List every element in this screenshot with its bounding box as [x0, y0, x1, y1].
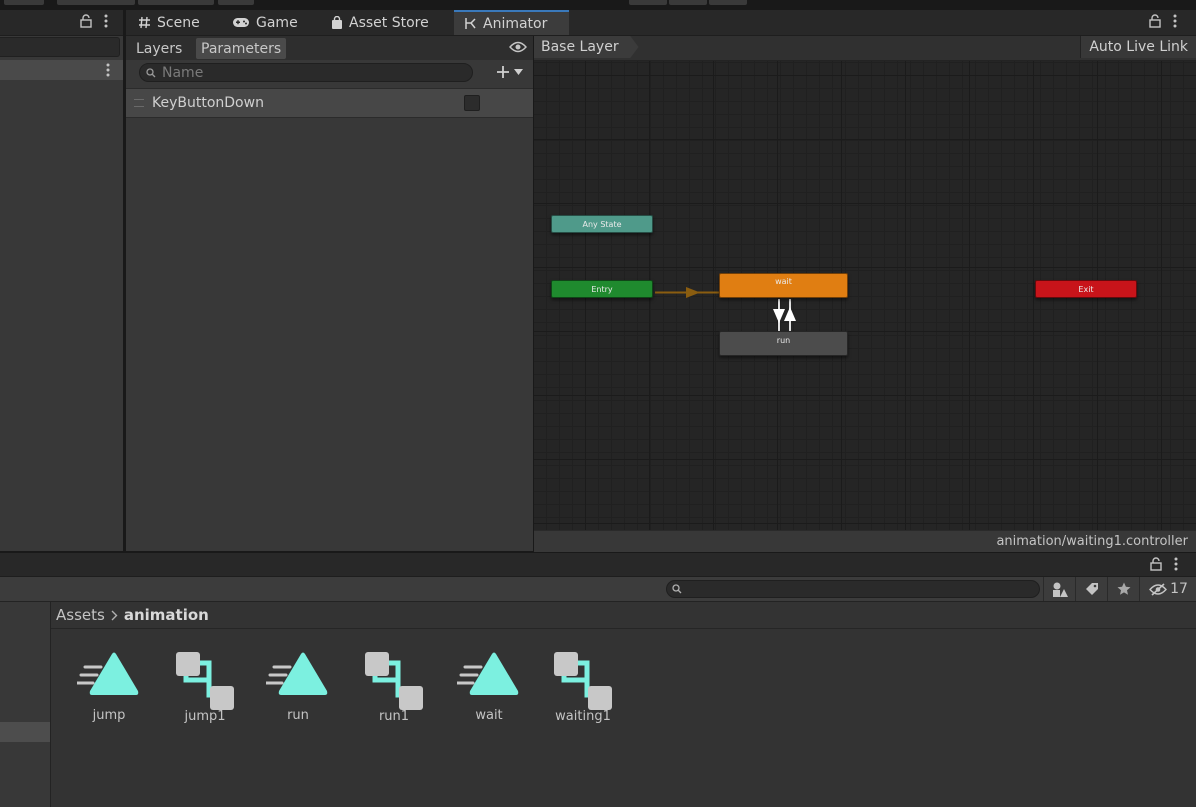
state-entry[interactable]: Entry: [551, 280, 653, 298]
breadcrumb-animation[interactable]: animation: [124, 606, 209, 624]
toolbar-stub[interactable]: [218, 0, 254, 5]
parameter-search-input[interactable]: Name: [139, 63, 473, 82]
lock-icon[interactable]: [1150, 557, 1162, 571]
search-by-label-button[interactable]: [1075, 577, 1108, 601]
toolbar-stub[interactable]: [57, 0, 135, 5]
controller-path-bar: animation/waiting1.controller: [534, 530, 1196, 552]
project-header: [0, 553, 1196, 577]
asset-item[interactable]: wait: [451, 650, 527, 723]
project-toolbar: 17: [0, 577, 1196, 602]
kebab-menu-icon[interactable]: [1174, 557, 1178, 571]
toolbar-stub[interactable]: [4, 0, 44, 5]
divider: [51, 628, 1196, 629]
animation-clip-icon: [260, 650, 336, 700]
asset-item[interactable]: waiting1: [545, 650, 621, 724]
shopping-bag-icon: [331, 15, 343, 30]
parameter-row[interactable]: KeyButtonDown: [126, 88, 533, 118]
shapes-icon: [1052, 582, 1068, 597]
lock-icon[interactable]: [80, 14, 92, 28]
search-icon: [146, 67, 156, 78]
breadcrumb-assets[interactable]: Assets: [56, 606, 105, 624]
folder-tree-selected-item[interactable]: [0, 722, 50, 742]
asset-item[interactable]: jump: [71, 650, 147, 723]
asset-name: run: [287, 708, 309, 723]
animation-clip-icon: [71, 650, 147, 700]
hidden-packages-toggle[interactable]: 17: [1139, 577, 1196, 601]
gamepad-icon: [232, 17, 250, 28]
toolbar-stub[interactable]: [709, 0, 747, 5]
tab-asset-store[interactable]: Asset Store: [321, 10, 439, 35]
project-folder-tree: [0, 602, 51, 807]
controller-path: animation/waiting1.controller: [996, 534, 1188, 549]
project-asset-browser: Assets animation jump jump1 run run1 wai: [51, 602, 1196, 807]
parameter-bool-checkbox[interactable]: [464, 95, 480, 111]
drag-handle-icon[interactable]: [134, 99, 144, 107]
asset-name: wait: [475, 708, 503, 723]
toolbar-stub[interactable]: [629, 0, 667, 5]
search-placeholder: Name: [162, 64, 204, 81]
kebab-menu-icon[interactable]: [1173, 14, 1177, 28]
tag-icon: [1085, 582, 1099, 596]
tab-game[interactable]: Game: [222, 10, 308, 35]
layer-breadcrumb[interactable]: Base Layer: [534, 36, 639, 58]
state-wait[interactable]: wait: [719, 273, 848, 298]
arrow-head-icon: [686, 287, 700, 298]
search-icon: [672, 584, 682, 594]
kebab-menu-icon[interactable]: [106, 63, 110, 77]
hierarchy-panel: [0, 10, 123, 551]
tab-label: Game: [256, 14, 298, 31]
asset-name: jump: [92, 708, 126, 723]
parameter-name: KeyButtonDown: [152, 95, 264, 111]
asset-name: waiting1: [555, 709, 611, 724]
hierarchy-search-input[interactable]: [0, 37, 120, 57]
star-icon: [1117, 582, 1131, 596]
search-by-type-button[interactable]: [1043, 577, 1076, 601]
asset-name: jump1: [184, 709, 226, 724]
auto-live-link-button[interactable]: Auto Live Link: [1080, 36, 1196, 58]
animator-subtabs: Layers Parameters: [126, 36, 533, 60]
arrow-down-icon: [773, 309, 785, 323]
window-tab-bar: Scene Game Asset Store Animator: [126, 10, 1196, 36]
tab-scene[interactable]: Scene: [128, 10, 210, 35]
subtab-layers[interactable]: Layers: [131, 38, 187, 59]
state-any-state[interactable]: Any State: [551, 215, 653, 233]
animation-clip-icon: [451, 650, 527, 700]
caret-down-icon: [514, 69, 523, 75]
state-exit[interactable]: Exit: [1035, 280, 1137, 298]
animator-graph-toolbar: Base Layer Auto Live Link: [534, 36, 1196, 61]
animator-icon: [464, 17, 477, 30]
hierarchy-scene-row[interactable]: [0, 60, 123, 80]
asset-name: run1: [378, 709, 410, 724]
animator-controller-icon: [356, 650, 432, 712]
hierarchy-header: [0, 10, 123, 36]
tab-label: Scene: [157, 14, 200, 31]
state-run[interactable]: run: [719, 331, 848, 356]
asset-item[interactable]: run1: [356, 650, 432, 724]
animator-controller-icon: [167, 650, 243, 712]
breadcrumb: Assets animation: [56, 606, 209, 624]
toolbar-stub[interactable]: [138, 0, 214, 5]
hidden-count: 17: [1170, 581, 1188, 597]
tab-label: Asset Store: [349, 14, 429, 31]
tab-label: Animator: [483, 15, 548, 32]
asset-item[interactable]: jump1: [167, 650, 243, 724]
toolbar-stub[interactable]: [669, 0, 707, 5]
chevron-right-icon: [111, 610, 118, 621]
plus-icon: [495, 64, 511, 80]
kebab-menu-icon[interactable]: [104, 14, 108, 28]
state-machine-graph[interactable]: Any State Entry wait run Exit: [534, 36, 1196, 530]
hash-icon: [138, 16, 151, 29]
tab-animator[interactable]: Animator: [454, 10, 569, 35]
eye-slash-icon: [1149, 582, 1168, 596]
animator-controller-icon: [545, 650, 621, 712]
lock-icon[interactable]: [1149, 14, 1161, 28]
favorites-button[interactable]: [1107, 577, 1140, 601]
arrow-up-icon: [784, 307, 796, 321]
top-toolbar-strip: [0, 0, 1196, 10]
add-parameter-button[interactable]: [495, 64, 523, 80]
project-search-input[interactable]: [666, 580, 1040, 598]
subtab-parameters[interactable]: Parameters: [196, 38, 287, 59]
eye-icon[interactable]: [509, 41, 527, 53]
asset-item[interactable]: run: [260, 650, 336, 723]
